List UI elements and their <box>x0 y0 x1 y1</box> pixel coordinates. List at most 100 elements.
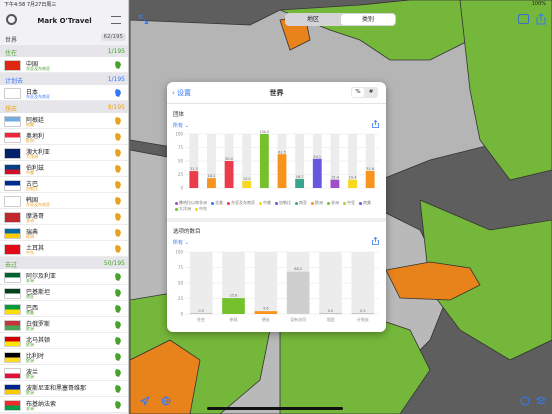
country-region: 欧洲 <box>26 234 34 239</box>
world-summary-row[interactable]: 世界 62/195 <box>0 32 128 44</box>
legend-swatch <box>259 201 262 205</box>
export-icon-2[interactable] <box>372 237 379 245</box>
tab-category[interactable]: 类别 <box>341 14 395 25</box>
country-region: 欧洲 <box>26 326 34 331</box>
statistics-popup: ‹ 设置 世界 % # 团体 所有 ⌄ 0 25 50 75 100 31.3 18.2 50… <box>167 82 386 332</box>
bar-value-label: 4.6 <box>263 307 269 311</box>
bar-value-label: 16.7 <box>296 175 304 179</box>
country-name: 波斯尼亚和黑塞哥维那 <box>26 385 87 392</box>
status-time: 下午4:58 7月27日周三 <box>4 2 57 8</box>
list-item[interactable]: 巴西 南美 <box>0 301 128 317</box>
tab-region[interactable]: 地区 <box>286 14 340 25</box>
y-tick-label: 75 <box>178 145 184 150</box>
section-header[interactable]: 想去 9/195 <box>0 101 128 113</box>
legend-swatch <box>295 201 298 205</box>
country-region: 欧洲 <box>26 358 34 363</box>
list-item[interactable]: 波兰 欧洲 <box>0 365 128 381</box>
globe-icon[interactable] <box>161 396 171 406</box>
expand-icon[interactable] <box>139 15 148 24</box>
list-item[interactable]: 北马其顿 欧洲 <box>0 333 128 349</box>
info-icon[interactable] <box>520 396 530 406</box>
app-title: Mark O'Travel <box>37 17 92 25</box>
calendar-icon[interactable] <box>518 14 529 24</box>
legend-label: 撒哈拉以南非洲 <box>179 200 207 205</box>
list-item[interactable]: 澳大利亚 大洋洲 <box>0 145 128 161</box>
bar-value-label: 25.6 <box>230 294 238 298</box>
region-chart-legend: 撒哈拉以南非洲 北美 东亚及东南亚 中美 加勒比 南亚 欧洲 非洲 中亚 南美大洋洲 中东 <box>175 200 375 212</box>
bar-value-label: 18.2 <box>208 174 216 178</box>
layers-icon[interactable] <box>536 396 546 406</box>
flag-icon <box>4 368 21 379</box>
country-shape-icon <box>115 133 121 141</box>
x-tick-label: 住在 <box>197 316 205 322</box>
legend-label: 中东 <box>199 206 207 211</box>
list-item[interactable]: 奥地利 欧洲 <box>0 129 128 145</box>
section-header[interactable]: 住在 1/195 <box>0 45 128 57</box>
export-icon[interactable] <box>372 120 379 128</box>
legend-swatch <box>175 207 178 211</box>
y-tick-label: 0 <box>180 186 183 191</box>
list-item[interactable]: 白俄罗斯 欧洲 <box>0 317 128 333</box>
legend-label: 北美 <box>215 200 223 205</box>
section1-filter-dropdown[interactable]: 所有 ⌄ <box>173 122 189 129</box>
y-tick-label: 50 <box>178 281 184 286</box>
x-tick-label: 没有访问 <box>290 316 306 322</box>
list-item[interactable]: 土耳其 中东 <box>0 241 128 257</box>
section2-filter-dropdown[interactable]: 所有 ⌄ <box>173 239 189 246</box>
legend-label: 中美 <box>263 200 271 205</box>
legend-swatch <box>195 207 198 211</box>
country-region: 非洲 <box>26 278 34 283</box>
flag-icon <box>4 288 21 299</box>
flag-icon <box>4 304 21 315</box>
flag-icon <box>4 148 21 159</box>
country-shape-icon <box>115 401 121 409</box>
list-item[interactable]: 中国 东亚及东南亚 <box>0 57 128 73</box>
bar <box>242 180 252 188</box>
bar-value-label: 62.5 <box>278 150 286 154</box>
x-tick-label: 想去 <box>262 316 270 322</box>
legend-item: 南美 <box>359 200 371 206</box>
list-item[interactable]: 摩洛哥 非洲 <box>0 209 128 225</box>
section1-filter-label: 所有 <box>173 123 184 129</box>
flag-icon <box>4 320 21 331</box>
menu-icon[interactable] <box>111 16 121 24</box>
section-header[interactable]: 去过 50/195 <box>0 257 128 269</box>
legend-label: 大洋洲 <box>179 206 191 211</box>
location-icon[interactable] <box>140 396 150 406</box>
list-item[interactable]: 巴基斯坦 南亚 <box>0 285 128 301</box>
section-count: 1/195 <box>107 76 125 83</box>
toggle-count[interactable]: # <box>365 88 377 97</box>
list-item[interactable]: 伯利兹 中美 <box>0 161 128 177</box>
bar-track <box>254 252 278 314</box>
list-item[interactable]: 阿尔及利亚 非洲 <box>0 269 128 285</box>
bar <box>189 171 199 188</box>
flag-icon <box>4 212 21 223</box>
list-item[interactable]: 古巴 加勒比 <box>0 177 128 193</box>
bar-value-label: 54.1 <box>313 155 321 159</box>
share-icon[interactable] <box>536 13 546 25</box>
section-count: 50/195 <box>103 260 125 267</box>
y-tick-label: 100 <box>175 250 183 255</box>
list-item[interactable]: 阿根廷 南美 <box>0 113 128 129</box>
legend-swatch <box>275 201 278 205</box>
toggle-percent[interactable]: % <box>352 88 364 97</box>
list-item[interactable]: 布基纳法索 非洲 <box>0 397 128 413</box>
list-item[interactable]: 日本 东亚及东南亚 <box>0 85 128 101</box>
list-item[interactable]: 韩国 东亚及东南亚 <box>0 193 128 209</box>
section-header[interactable]: 计划去 1/195 <box>0 73 128 85</box>
country-region: 加勒比 <box>26 186 38 191</box>
legend-item: 欧洲 <box>311 200 323 206</box>
legend-item: 中亚 <box>343 200 355 206</box>
country-region: 欧洲 <box>26 390 34 395</box>
y-tick-label: 50 <box>178 159 184 164</box>
country-region: 欧洲 <box>26 342 34 347</box>
legend-label: 南亚 <box>299 200 307 205</box>
country-region: 非洲 <box>26 218 34 223</box>
country-region: 欧洲 <box>26 138 34 143</box>
list-item[interactable]: 波斯尼亚和黑塞哥维那 欧洲 <box>0 381 128 397</box>
list-item[interactable]: 瑞典 欧洲 <box>0 225 128 241</box>
list-item[interactable]: 比利时 欧洲 <box>0 349 128 365</box>
sidebar-header: Mark O'Travel <box>0 11 128 31</box>
view-segmented-control: 地区 类别 <box>285 13 396 26</box>
map-bottom-bar <box>130 392 552 414</box>
